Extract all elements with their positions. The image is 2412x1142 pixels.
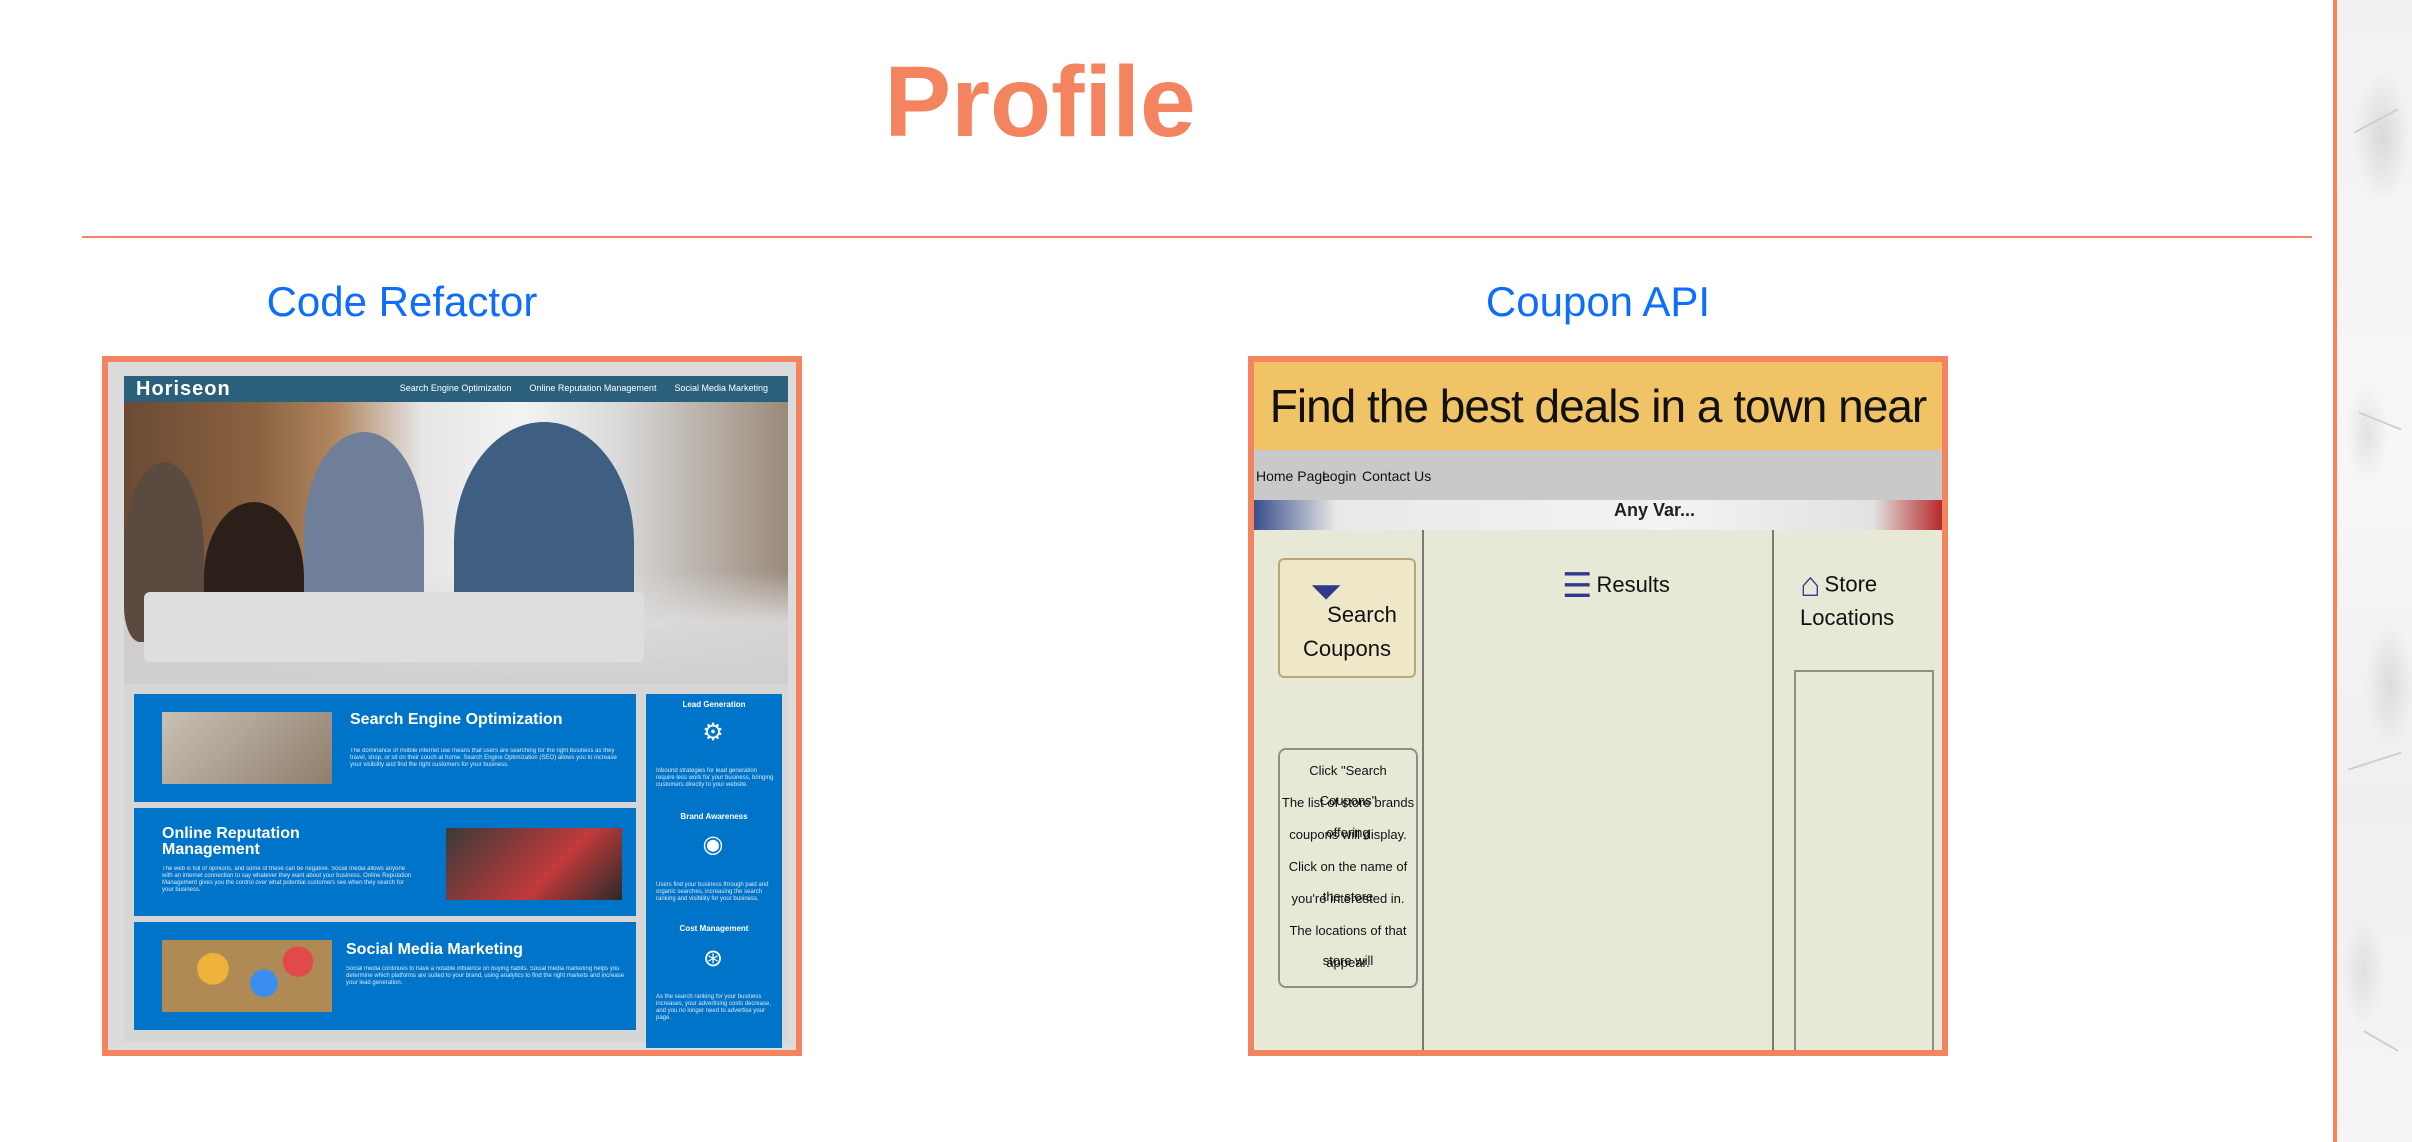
- aside-title: Lead Generation: [682, 700, 746, 709]
- horiseon-card-title: Search Engine Optimization: [350, 711, 563, 728]
- divider: [82, 236, 2312, 238]
- instruction-line: you're interested in.: [1291, 891, 1405, 906]
- decorative-sidebar: [2333, 0, 2412, 1142]
- horiseon-card-title: Social Media Marketing: [346, 941, 523, 958]
- horiseon-nav-seo: Search Engine Optimization: [399, 383, 512, 393]
- coupon-nav-contact: Contact Us: [1362, 468, 1432, 484]
- aside-title: Brand Awareness: [680, 812, 748, 821]
- project-image-coupon-api[interactable]: Find the best deals in a town near you! …: [1248, 356, 1948, 1056]
- horiseon-card-smm: Social Media Marketing Social media cont…: [134, 922, 636, 1030]
- coupon-map-strip: Any Var...: [1254, 500, 1942, 530]
- horiseon-card-body: The web is full of opinions, and some of…: [162, 866, 412, 893]
- broadcast-icon: ◉: [702, 831, 724, 858]
- horiseon-nav-orm: Online Reputation Management: [529, 383, 657, 393]
- horiseon-hero-image: [124, 402, 788, 684]
- horiseon-card-title: Online Reputation Management: [162, 825, 300, 858]
- instructions-box: Click "Search Coupons" The list of store…: [1278, 748, 1418, 988]
- aside-body: Users find your business through paid an…: [656, 882, 769, 902]
- search-label-line2: Coupons: [1302, 636, 1392, 661]
- coupon-page: Find the best deals in a town near you! …: [1254, 362, 1942, 1050]
- store-locations-box: [1794, 670, 1934, 1050]
- page-title: Profile: [884, 46, 1196, 158]
- coupon-nav: Home Page Login Contact Us: [1254, 450, 1942, 500]
- map-text: Any Var...: [1614, 500, 1696, 520]
- instruction-line: appear.: [1326, 955, 1370, 970]
- project-link-coupon-api[interactable]: Coupon API: [1248, 276, 1948, 328]
- column-divider: [1772, 530, 1774, 1050]
- stores-heading: ⌂ Store Locations: [1800, 566, 1942, 631]
- coupon-nav-home: Home Page: [1256, 468, 1330, 484]
- horiseon-card-orm: Online Reputation Management The web is …: [134, 808, 636, 916]
- coupon-nav-login: Login: [1322, 468, 1357, 484]
- project-image-code-refactor[interactable]: Horiseon Search Engine Optimization Onli…: [102, 356, 802, 1056]
- results-heading: ☰ Results: [1562, 566, 1670, 606]
- aside-body: As the search ranking for your business …: [656, 994, 772, 1021]
- list-icon: ☰: [1562, 567, 1593, 605]
- store-icon: ⌂: [1800, 566, 1821, 604]
- horiseon-card-body: Social media continues to have a notable…: [346, 966, 625, 986]
- lead-icon: ⚙: [702, 719, 724, 746]
- aside-body: Inbound strategies for lead generation r…: [656, 768, 774, 788]
- horiseon-card-body: The dominance of mobile internet use mea…: [350, 748, 617, 768]
- search-coupons-button: ⏷ Search Coupons: [1278, 558, 1416, 678]
- project-link-code-refactor[interactable]: Code Refactor: [102, 276, 702, 328]
- horiseon-logo: Horiseon: [136, 378, 231, 400]
- results-label: Results: [1596, 571, 1670, 597]
- horiseon-page: Horiseon Search Engine Optimization Onli…: [124, 376, 788, 1048]
- main-content: Profile Code Refactor Horiseon Search En…: [0, 0, 2333, 1142]
- instruction-line: coupons will display.: [1289, 827, 1407, 842]
- horiseon-nav: Horiseon Search Engine Optimization Onli…: [124, 376, 788, 402]
- search-label-line1: Search: [1327, 602, 1397, 627]
- coupon-header: Find the best deals in a town near you!: [1254, 362, 1942, 520]
- horiseon-aside: Lead Generation ⚙ Inbound strategies for…: [646, 694, 782, 1048]
- cost-icon: ⊛: [702, 945, 724, 972]
- column-divider: [1422, 530, 1424, 1050]
- horiseon-card-seo: Search Engine Optimization The dominance…: [134, 694, 636, 802]
- horiseon-nav-smm: Social Media Marketing: [674, 383, 768, 393]
- aside-title: Cost Management: [679, 924, 749, 933]
